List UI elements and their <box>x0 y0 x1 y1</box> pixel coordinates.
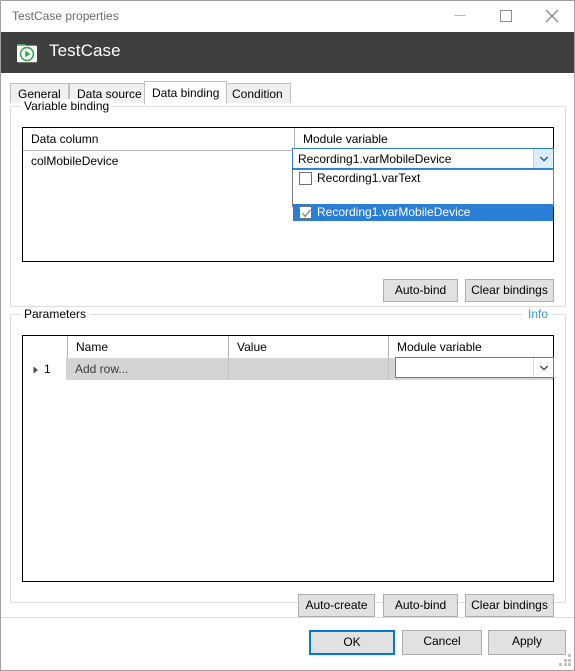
dialog-header: TestCase <box>1 32 574 73</box>
module-variable-combobox-value: Recording1.varMobileDevice <box>298 152 452 166</box>
column-header-module-variable[interactable]: Module variable <box>388 336 553 358</box>
parameters-auto-bind-button[interactable]: Auto-bind <box>383 594 458 617</box>
minimize-button[interactable] <box>437 1 483 31</box>
module-variable-dropdown-button[interactable] <box>533 149 553 168</box>
column-header-data-column[interactable]: Data column <box>23 128 294 150</box>
variable-binding-auto-bind-button[interactable]: Auto-bind <box>383 279 458 302</box>
parameters-auto-create-button[interactable]: Auto-create <box>298 594 375 617</box>
parameters-info-link[interactable]: Info <box>522 307 553 321</box>
tab-condition[interactable]: Condition <box>224 83 291 104</box>
column-header-module-variable[interactable]: Module variable <box>294 128 553 150</box>
module-variable-dropdown-list[interactable]: Recording1.varText Recording1.varMobileD… <box>292 169 554 221</box>
ok-button[interactable]: OK <box>309 630 395 655</box>
dropdown-item-varmobiledevice[interactable]: Recording1.varMobileDevice <box>293 204 553 221</box>
dialog-header-title: TestCase <box>49 41 121 60</box>
dropdown-item-label: Recording1.varMobileDevice <box>317 205 471 219</box>
testcase-properties-dialog: TestCase properties TestCase General Dat… <box>0 0 575 671</box>
checkbox-checked-icon[interactable] <box>299 206 312 219</box>
dialog-content: General Data source Data binding Conditi… <box>1 73 574 670</box>
dropdown-item-label: Recording1.varText <box>317 171 421 185</box>
close-button[interactable] <box>529 1 574 31</box>
parameter-module-variable-value <box>401 358 531 377</box>
column-header-name[interactable]: Name <box>67 336 228 358</box>
resize-grip[interactable] <box>559 654 572 667</box>
parameter-module-variable-dropdown-button[interactable] <box>533 358 553 377</box>
checkbox-unchecked-icon[interactable] <box>299 172 312 185</box>
parameters-grid-header: Name Value Module variable <box>23 336 553 359</box>
row-indicator-cell[interactable]: 1 <box>23 358 67 380</box>
module-variable-combobox[interactable]: Recording1.varMobileDevice <box>292 148 554 169</box>
variable-binding-clear-bindings-button[interactable]: Clear bindings <box>465 279 554 302</box>
tab-data-binding[interactable]: Data binding <box>144 81 228 105</box>
row-arrow-icon <box>33 358 39 380</box>
row-number: 1 <box>44 362 51 376</box>
title-bar: TestCase properties <box>1 1 574 33</box>
cell-value[interactable] <box>228 358 388 380</box>
column-header-row-indicator <box>23 336 67 358</box>
cancel-button[interactable]: Cancel <box>402 630 482 655</box>
column-header-value[interactable]: Value <box>228 336 388 358</box>
parameter-module-variable-combobox[interactable] <box>395 357 554 378</box>
window-title: TestCase properties <box>12 9 119 23</box>
parameters-clear-bindings-button[interactable]: Clear bindings <box>465 594 554 617</box>
testcase-folder-play-icon <box>15 41 39 65</box>
dialog-footer: OK Cancel Apply <box>1 617 574 670</box>
cell-data-column[interactable]: colMobileDevice <box>23 150 294 172</box>
parameters-legend: Parameters <box>20 307 91 321</box>
maximize-button[interactable] <box>483 1 529 31</box>
apply-button[interactable]: Apply <box>488 630 566 655</box>
dropdown-item-vartext[interactable]: Recording1.varText <box>293 170 553 187</box>
cell-name-add-row[interactable]: Add row... <box>67 358 228 380</box>
variable-binding-legend: Variable binding <box>20 99 114 113</box>
